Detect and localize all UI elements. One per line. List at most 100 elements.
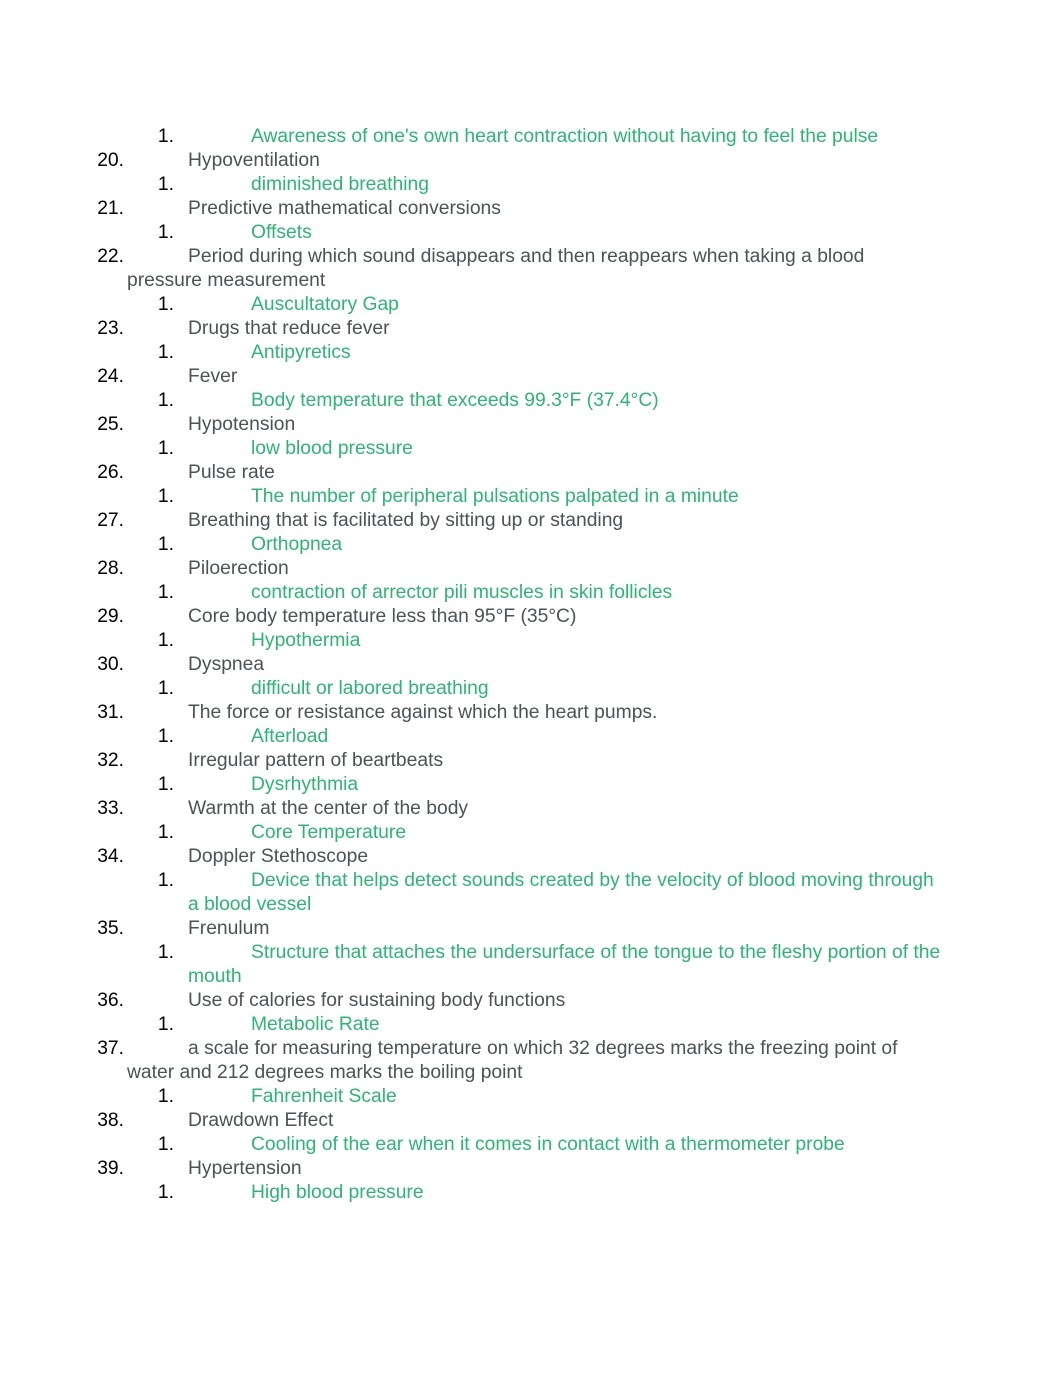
question-number: 29.	[97, 606, 124, 627]
answer-text: Hypothermia	[251, 630, 361, 651]
question-text: Core body temperature less than 95°F (35…	[188, 606, 577, 627]
question-number: 32.	[97, 750, 124, 771]
question-number: 27.	[97, 510, 124, 531]
answer-item: 1. Core Temperature	[0, 821, 948, 845]
question-number: 22.	[97, 246, 124, 267]
answer-text: High blood pressure	[251, 1182, 424, 1203]
question-item: 21. Predictive mathematical conversions	[0, 197, 942, 221]
question-text: Piloerection	[188, 558, 289, 579]
question-text: Pulse rate	[188, 462, 275, 483]
question-text: Use of calories for sustaining body func…	[188, 990, 566, 1011]
answer-text: Dysrhythmia	[251, 774, 359, 795]
question-text: Irregular pattern of beartbeats	[188, 750, 444, 771]
question-item: 24. Fever	[0, 365, 942, 389]
question-item: 36. Use of calories for sustaining body f…	[0, 989, 942, 1013]
question-number: 21.	[97, 198, 124, 219]
question-number: 25.	[97, 414, 124, 435]
answer-marker: 1.	[157, 630, 174, 651]
answer-marker: 1.	[157, 1134, 174, 1155]
question-item: 27. Breathing that is facilitated by sitt…	[0, 509, 942, 533]
question-number: 24.	[97, 366, 124, 387]
question-item: 32. Irregular pattern of beartbeats	[0, 749, 942, 773]
answer-item: 1. diminished breathing	[0, 173, 948, 197]
question-text: Drugs that reduce fever	[188, 318, 390, 339]
question-item: 31. The force or resistance against which…	[0, 701, 942, 725]
answer-text: The number of peripheral pulsations palp…	[251, 486, 739, 507]
answer-item: 1. Fahrenheit Scale	[0, 1085, 948, 1109]
answer-text: difficult or labored breathing	[251, 678, 489, 699]
answer-item: 1. Metabolic Rate	[0, 1013, 948, 1037]
answer-item: 1. Body temperature that exceeds 99.3°F (…	[0, 389, 948, 413]
answer-item: 1. Orthopnea	[0, 533, 948, 557]
answer-text: Fahrenheit Scale	[251, 1086, 397, 1107]
question-item: 39. Hypertension	[0, 1157, 942, 1181]
question-text: The force or resistance against which th…	[188, 702, 658, 723]
answer-item: 1. Auscultatory Gap	[0, 293, 948, 317]
question-text: Period during which sound disappears and…	[127, 246, 865, 291]
answer-marker: 1.	[157, 174, 174, 195]
answer-item: 1. low blood pressure	[0, 437, 948, 461]
answer-marker: 1.	[157, 678, 174, 699]
question-text: Predictive mathematical conversions	[188, 198, 501, 219]
question-item: 28. Piloerection	[0, 557, 942, 581]
question-text: Breathing that is facilitated by sitting…	[188, 510, 624, 531]
answer-marker: 1.	[157, 822, 174, 843]
answer-marker: 1.	[157, 438, 174, 459]
answer-marker: 1.	[157, 294, 174, 315]
question-number: 37.	[97, 1038, 124, 1059]
answer-text: Structure that attaches the undersurface…	[188, 942, 941, 987]
question-item: 37. a scale for measuring temperature on …	[0, 1037, 942, 1085]
answer-text: contraction of arrector pili muscles in …	[251, 582, 673, 603]
answer-marker: 1.	[157, 582, 174, 603]
question-number: 30.	[97, 654, 124, 675]
answer-item: 1. Hypothermia	[0, 629, 948, 653]
question-text: a scale for measuring temperature on whi…	[127, 1038, 898, 1083]
answer-item: 1. High blood pressure	[0, 1181, 948, 1205]
answer-item: 1. Device that helps detect sounds create…	[0, 869, 948, 917]
question-item: 26. Pulse rate	[0, 461, 942, 485]
answer-marker: 1.	[157, 486, 174, 507]
question-item: 30. Dyspnea	[0, 653, 942, 677]
question-text: Fever	[188, 366, 238, 387]
answer-item: 1. Afterload	[0, 725, 948, 749]
answer-item: 1. contraction of arrector pili muscles i…	[0, 581, 948, 605]
answer-marker: 1.	[157, 1014, 174, 1035]
question-number: 33.	[97, 798, 124, 819]
answer-item: 1. Antipyretics	[0, 341, 948, 365]
answer-text: low blood pressure	[251, 438, 413, 459]
answer-item: 1. Dysrhythmia	[0, 773, 948, 797]
question-item: 20. Hypoventilation	[0, 149, 942, 173]
answer-marker: 1.	[157, 222, 174, 243]
question-number: 38.	[97, 1110, 124, 1131]
answer-item: 1. Cooling of the ear when it comes in co…	[0, 1133, 948, 1157]
question-text: Hypertension	[188, 1158, 302, 1179]
answer-marker: 1.	[157, 342, 174, 363]
question-text: Hypotension	[188, 414, 296, 435]
answer-text: Afterload	[251, 726, 329, 747]
question-item: 29. Core body temperature less than 95°F …	[0, 605, 942, 629]
answer-text: Offsets	[251, 222, 312, 243]
answer-marker: 1.	[157, 126, 174, 147]
question-item: 23. Drugs that reduce fever	[0, 317, 942, 341]
question-text: Warmth at the center of the body	[188, 798, 469, 819]
question-item: 22. Period during which sound disappears …	[0, 245, 942, 293]
leading-answer: 1. Awareness of one's own heart contracti…	[0, 125, 948, 149]
question-item: 34. Doppler Stethoscope	[0, 845, 942, 869]
answer-marker: 1.	[157, 870, 174, 891]
answer-text: Core Temperature	[251, 822, 407, 843]
question-text: Frenulum	[188, 918, 270, 939]
answer-text: Metabolic Rate	[251, 1014, 380, 1035]
answer-marker: 1.	[157, 1086, 174, 1107]
answer-text: Auscultatory Gap	[251, 294, 399, 315]
answer-text: Awareness of one's own heart contraction…	[251, 126, 879, 147]
answer-marker: 1.	[157, 774, 174, 795]
question-number: 28.	[97, 558, 124, 579]
flashcard-list-document: 1. Awareness of one's own heart contracti…	[0, 125, 1062, 1205]
answer-text: Cooling of the ear when it comes in cont…	[251, 1134, 845, 1155]
question-item: 38. Drawdown Effect	[0, 1109, 942, 1133]
term-list: 20. Hypoventilation 1. diminished breathing…	[0, 149, 1062, 1205]
question-number: 31.	[97, 702, 124, 723]
answer-item: 1. difficult or labored breathing	[0, 677, 948, 701]
question-text: Drawdown Effect	[188, 1110, 334, 1131]
answer-text: diminished breathing	[251, 174, 429, 195]
